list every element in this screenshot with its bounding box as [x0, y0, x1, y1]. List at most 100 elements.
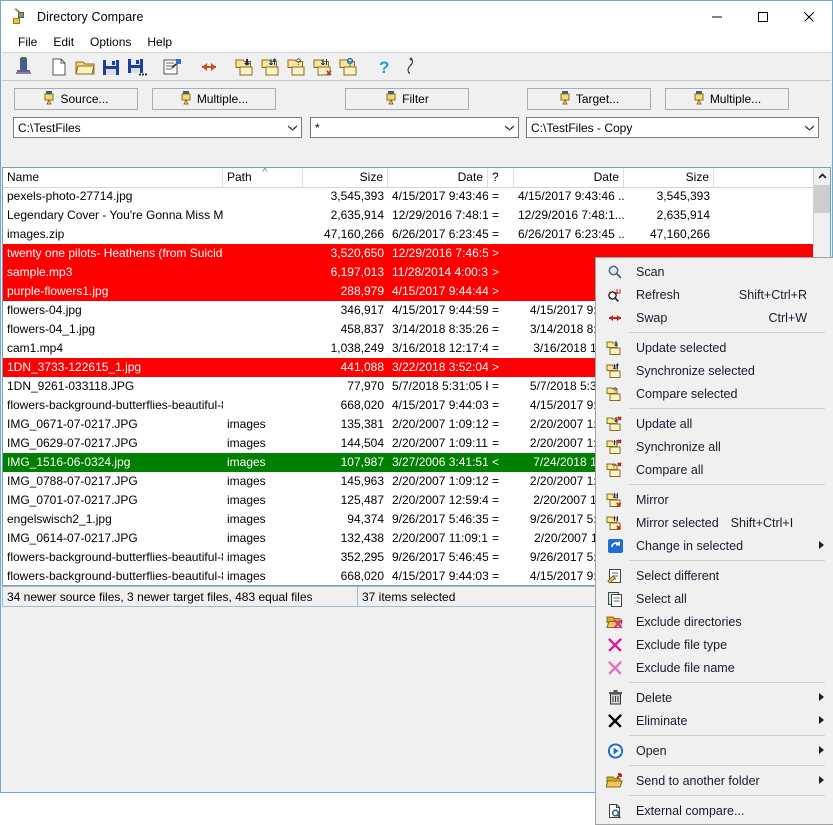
- menu-file[interactable]: File: [10, 34, 45, 50]
- column-header-target-date[interactable]: Date: [514, 168, 624, 187]
- menu-item-refresh[interactable]: Refresh Shift+Ctrl+R: [596, 283, 833, 306]
- synchronize-icon[interactable]: [258, 54, 284, 80]
- menu-item-mirror-selected[interactable]: Mirror selected Shift+Ctrl+I: [596, 511, 833, 534]
- menu-item-select-different[interactable]: Select different: [596, 564, 833, 587]
- column-header-path[interactable]: Path ^: [223, 168, 303, 187]
- source-multiple-button[interactable]: Multiple...: [152, 88, 276, 110]
- filter-value: *: [315, 120, 320, 135]
- menu-item-compare-selected[interactable]: ? Compare selected: [596, 382, 833, 405]
- target-multiple-button[interactable]: Multiple...: [665, 88, 789, 110]
- chevron-down-icon[interactable]: [501, 118, 518, 137]
- column-header-state[interactable]: ?: [488, 168, 514, 187]
- table-row[interactable]: pexels-photo-27714.jpg 3,545,393 4/15/2017…: [3, 187, 814, 206]
- column-header-name[interactable]: Name: [3, 168, 223, 187]
- cell-path: images: [227, 531, 266, 545]
- target-button[interactable]: Target...: [527, 88, 651, 110]
- menu-options[interactable]: Options: [82, 34, 139, 50]
- swap-icon[interactable]: [196, 54, 222, 80]
- menu-item-change-in-selected[interactable]: Change in selected: [596, 534, 833, 557]
- menu-item-synchronize-selected[interactable]: Synchronize selected: [596, 359, 833, 382]
- cell-date: 3/22/2018 3:52:04 ...: [392, 360, 488, 374]
- report-icon[interactable]: [160, 54, 186, 80]
- menu-help[interactable]: Help: [139, 34, 180, 50]
- open-folder-icon[interactable]: [72, 54, 98, 80]
- about-icon[interactable]: [398, 54, 424, 80]
- cell-state: >: [492, 265, 500, 279]
- minimize-button[interactable]: [694, 1, 740, 32]
- menu-item-exclude-file-name[interactable]: Exclude file name: [596, 656, 833, 679]
- cell-path: images: [227, 455, 266, 469]
- filter-combo[interactable]: *: [310, 117, 519, 138]
- cell-state: =: [492, 436, 500, 450]
- window-title: Directory Compare: [37, 9, 144, 24]
- menu-item-swap[interactable]: Swap Ctrl+W: [596, 306, 833, 329]
- help-icon[interactable]: ?: [372, 54, 398, 80]
- menu-item-delete[interactable]: Delete: [596, 686, 833, 709]
- menu-item-exclude-directories[interactable]: Exclude directories: [596, 610, 833, 633]
- save-as-icon[interactable]: [124, 54, 150, 80]
- compare-icon[interactable]: ?: [284, 54, 310, 80]
- menu-item-label: Select different: [636, 568, 720, 583]
- update-icon[interactable]: [232, 54, 258, 80]
- close-button[interactable]: [786, 1, 832, 32]
- menu-item-mirror[interactable]: Mirror: [596, 488, 833, 511]
- menu-item-compare-all[interactable]: ? Compare all: [596, 458, 833, 481]
- target-path-combo[interactable]: C:\TestFiles - Copy: [526, 117, 819, 138]
- menu-item-update-all[interactable]: Update all: [596, 412, 833, 435]
- cell-date: 11/28/2014 4:00:3...: [392, 265, 488, 279]
- cell-date: 2/20/2007 1:09:12 ...: [392, 474, 488, 488]
- save-icon[interactable]: [98, 54, 124, 80]
- menu-item-synchronize-all[interactable]: Synchronize all: [596, 435, 833, 458]
- column-header-target-size[interactable]: Size: [624, 168, 714, 187]
- chevron-down-icon[interactable]: [801, 118, 818, 137]
- menu-item-eliminate[interactable]: Eliminate: [596, 709, 833, 732]
- menu-item-label: Send to another folder: [636, 773, 760, 788]
- menu-item-open[interactable]: Open: [596, 739, 833, 762]
- cell-size: 77,970: [347, 379, 384, 393]
- filter-button[interactable]: Filter: [345, 88, 469, 110]
- source-path-combo[interactable]: C:\TestFiles: [13, 117, 302, 138]
- scan-magnifier-icon: [604, 263, 626, 281]
- scrollbar-thumb[interactable]: [814, 185, 830, 213]
- cell-name: purple-flowers1.jpg: [7, 284, 109, 298]
- new-document-icon[interactable]: [46, 54, 72, 80]
- cell-date: 9/26/2017 5:46:35 ...: [392, 512, 488, 526]
- sort-ascending-icon: ^: [262, 168, 268, 178]
- menu-item-send-to-another-folder[interactable]: Send to another folder: [596, 769, 833, 792]
- open-play-icon: [604, 742, 626, 760]
- select-different-icon[interactable]: [336, 54, 362, 80]
- cell-name: IMG_0701-07-0217.JPG: [7, 493, 138, 507]
- cell-name: pexels-photo-27714.jpg: [7, 189, 133, 203]
- cell-name: flowers-background-butterflies-beautiful…: [7, 398, 223, 412]
- scroll-up-icon[interactable]: [814, 168, 830, 185]
- cell-size: 3,545,393: [330, 189, 384, 203]
- menu-item-external-compare[interactable]: External compare...: [596, 799, 833, 822]
- path-selection-panel: Source... Multiple... Filter Target... M…: [2, 81, 831, 240]
- menu-item-update-selected[interactable]: Update selected: [596, 336, 833, 359]
- cell-name: cam1.mp4: [7, 341, 64, 355]
- column-header-source-date[interactable]: Date: [388, 168, 488, 187]
- chevron-down-icon[interactable]: [284, 118, 301, 137]
- cell-size: 441,088: [340, 360, 384, 374]
- column-header-source-size[interactable]: Size: [303, 168, 388, 187]
- cell-state: =: [492, 379, 500, 393]
- cell-name: engelswisch2_1.jpg: [7, 512, 112, 526]
- mirror-icon[interactable]: [310, 54, 336, 80]
- menu-edit[interactable]: Edit: [45, 34, 82, 50]
- table-row[interactable]: images.zip 47,160,266 6/26/2017 6:23:45 ..…: [3, 225, 814, 244]
- menu-item-select-all[interactable]: Select all: [596, 587, 833, 610]
- cell-path: [223, 187, 303, 206]
- cell-date: 4/15/2017 9:43:46 ...: [392, 189, 488, 203]
- menu-item-scan[interactable]: Scan: [596, 260, 833, 283]
- cell-name: IMG_0614-07-0217.JPG: [7, 531, 138, 545]
- source-button[interactable]: Source...: [14, 88, 138, 110]
- compare-directories-icon[interactable]: [10, 54, 36, 80]
- cell-name: flowers-background-butterflies-beautiful…: [7, 550, 223, 564]
- menu-separator: [629, 795, 825, 796]
- menu-item-label: Refresh: [636, 287, 680, 302]
- cell-path: [223, 377, 303, 396]
- context-menu[interactable]: Scan Refresh Shift+Ctrl+R Swap Ctrl+W Update …: [595, 257, 833, 825]
- menu-item-exclude-file-type[interactable]: Exclude file type: [596, 633, 833, 656]
- maximize-button[interactable]: [740, 1, 786, 32]
- table-row[interactable]: Legendary Cover - You're Gonna Miss Me .…: [3, 206, 814, 225]
